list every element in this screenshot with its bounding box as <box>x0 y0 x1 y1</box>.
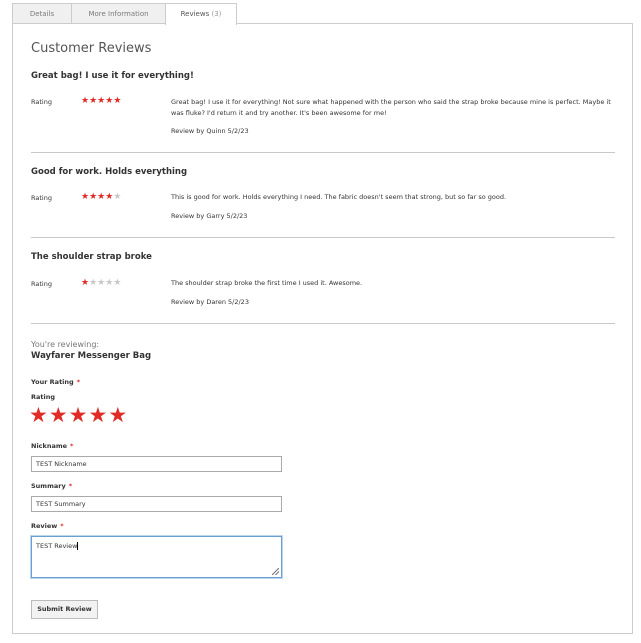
review-date: 5/2/23 <box>228 298 249 306</box>
review-title: Good for work. Holds everything <box>31 167 188 177</box>
star-empty-icon: ★ <box>113 278 122 288</box>
star-empty-icon: ★ <box>89 278 98 288</box>
review-author: Daren <box>206 298 226 306</box>
review-by-label: Review by <box>171 127 205 135</box>
review-rating-label: Rating <box>31 280 52 288</box>
required-mark: * <box>76 378 81 386</box>
review-separator <box>31 237 615 238</box>
tab-reviews[interactable]: Reviews (3) <box>165 3 237 25</box>
review-content: This is good for work. Holds everything … <box>171 193 507 201</box>
review-stars: ★★★★★ <box>81 279 121 288</box>
section-title: Customer Reviews <box>31 41 152 56</box>
your-rating-label-text: Your Rating <box>31 378 74 386</box>
nickname-label-text: Nickname <box>31 442 68 450</box>
required-mark: * <box>68 482 73 490</box>
review-details: Review by Garry 5/2/23 <box>171 212 247 220</box>
review-author: Quinn <box>206 127 226 135</box>
product-name: Wayfarer Messenger Bag <box>31 351 152 361</box>
review-date: 5/2/23 <box>226 212 248 220</box>
required-mark: * <box>70 442 74 450</box>
review-by-label: Review by <box>171 298 205 306</box>
tab-details-label: Details <box>29 10 55 18</box>
rating-star-3[interactable]: ★ <box>69 403 89 427</box>
review-stars: ★★★★★ <box>81 97 121 106</box>
review-rating-label: Rating <box>31 98 52 106</box>
star-filled-icon: ★ <box>81 278 90 288</box>
review-author: Garry <box>206 212 225 220</box>
tab-more-information[interactable]: More Information <box>71 3 166 23</box>
rating-star-2[interactable]: ★ <box>49 403 69 427</box>
summary-label: Summary * <box>31 482 72 490</box>
review-title: Great bag! I use it for everything! <box>31 71 194 81</box>
tab-details[interactable]: Details <box>12 3 72 23</box>
review-separator <box>31 152 615 153</box>
rating-field-label: Rating <box>31 393 56 401</box>
review-details: Review by Daren 5/2/23 <box>171 298 249 306</box>
review-label: Review * <box>31 522 64 530</box>
summary-label-text: Summary <box>31 482 66 490</box>
review-details: Review by Quinn 5/2/23 <box>171 127 249 135</box>
reviewing-label: You're reviewing: <box>31 340 100 349</box>
rating-star-5[interactable]: ★ <box>108 403 128 427</box>
summary-field[interactable]: TEST Summary <box>31 496 282 512</box>
tab-reviews-label: Reviews <box>180 10 210 18</box>
review-date: 5/2/23 <box>227 127 249 135</box>
star-filled-icon: ★ <box>89 96 98 106</box>
rating-star-4[interactable]: ★ <box>88 403 108 427</box>
nickname-field[interactable]: TEST Nickname <box>31 456 282 472</box>
review-textarea[interactable]: TEST Review <box>31 536 282 578</box>
star-filled-icon: ★ <box>113 96 122 106</box>
review-title: The shoulder strap broke <box>31 252 152 262</box>
tab-reviews-count: (3) <box>211 10 222 18</box>
review-textarea-value: TEST Review <box>36 542 78 550</box>
star-empty-icon: ★ <box>113 192 122 202</box>
rating-input-stars: ★★★★★ <box>29 405 128 426</box>
nickname-label: Nickname * <box>31 442 73 450</box>
tab-more-information-label: More Information <box>88 10 149 18</box>
submit-review-button[interactable]: Submit Review <box>31 600 98 619</box>
star-filled-icon: ★ <box>81 96 90 106</box>
required-mark: * <box>60 522 64 530</box>
your-rating-label: Your Rating * <box>31 378 80 386</box>
review-rating-label: Rating <box>31 194 52 202</box>
review-content: Great bag! I use it for everything! Not … <box>171 98 611 117</box>
resize-handle-icon[interactable] <box>272 568 279 575</box>
reviews-panel: Customer Reviews Great bag! I use it for… <box>12 23 633 634</box>
star-filled-icon: ★ <box>89 192 98 202</box>
rating-star-1[interactable]: ★ <box>29 403 49 427</box>
review-label-text: Review <box>31 522 58 530</box>
star-filled-icon: ★ <box>81 192 90 202</box>
review-separator <box>31 323 615 324</box>
text-cursor <box>77 542 79 550</box>
review-stars: ★★★★★ <box>81 193 121 202</box>
review-content: The shoulder strap broke the first time … <box>171 279 363 287</box>
review-by-label: Review by <box>171 212 205 220</box>
